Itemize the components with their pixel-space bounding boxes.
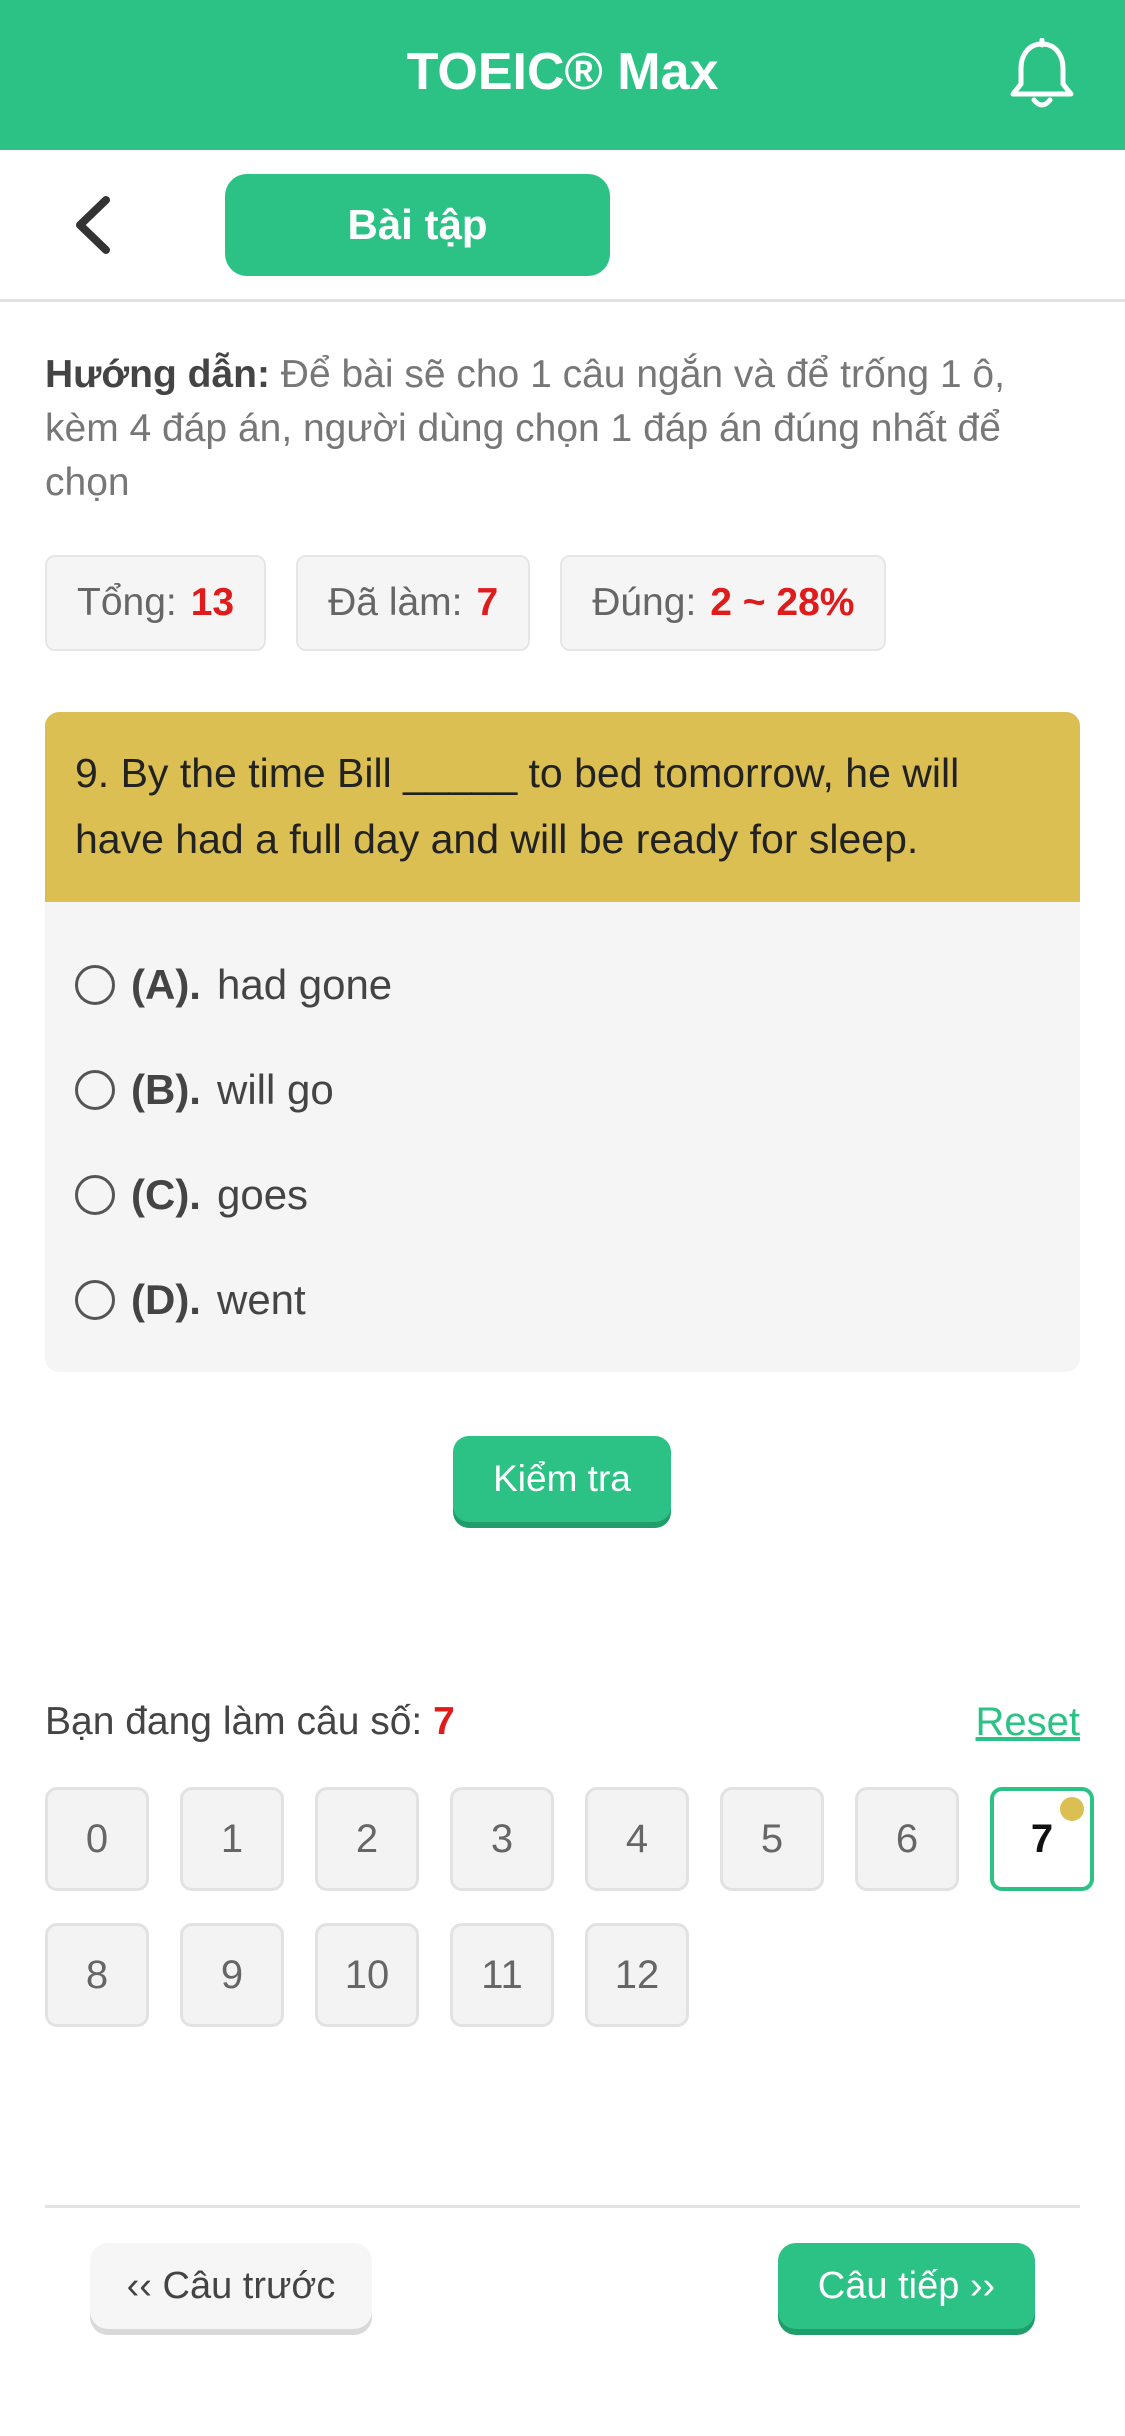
current-question-number: 7 (433, 1700, 455, 1743)
option-b[interactable]: (B). will go (75, 1037, 1050, 1142)
bell-icon[interactable] (1007, 38, 1077, 112)
check-button[interactable]: Kiểm tra (453, 1436, 671, 1522)
stats-row: Tổng: 13 Đã làm: 7 Đúng: 2 ~ 28% (45, 555, 887, 651)
question-text: 9. By the time Bill _____ to bed tomorro… (45, 712, 1080, 902)
question-cell-current[interactable]: 7 (990, 1787, 1094, 1891)
progress-row: Bạn đang làm câu số: 7 Reset (45, 1700, 1080, 1744)
stat-correct: Đúng: 2 ~ 28% (560, 555, 887, 651)
stat-correct-label: Đúng: (592, 581, 697, 624)
question-cell[interactable]: 10 (315, 1923, 419, 2027)
question-cell[interactable]: 1 (180, 1787, 284, 1891)
stat-done: Đã làm: 7 (296, 555, 531, 651)
question-cell[interactable]: 12 (585, 1923, 689, 2027)
answer-options: (A). had gone (B). will go (C). goes (D)… (45, 902, 1080, 1352)
question-cell[interactable]: 9 (180, 1923, 284, 2027)
option-text: went (216, 1275, 306, 1323)
stat-correct-value: 2 ~ 28% (710, 581, 855, 624)
stat-total: Tổng: 13 (45, 555, 267, 651)
option-c[interactable]: (C). goes (75, 1142, 1050, 1247)
option-d[interactable]: (D). went (75, 1247, 1050, 1352)
option-a[interactable]: (A). had gone (75, 932, 1050, 1037)
tab-exercises[interactable]: Bài tập (225, 174, 610, 276)
question-cell[interactable]: 5 (720, 1787, 824, 1891)
footer-divider (45, 2205, 1080, 2208)
option-letter: (D). (131, 1275, 201, 1323)
question-grid: 0 1 2 3 4 5 6 7 8 9 10 11 12 (45, 1787, 1105, 2027)
current-marker-dot (1060, 1797, 1084, 1821)
sub-header: Bài tập (0, 150, 1125, 302)
top-app-bar: TOEIC® Max (0, 0, 1125, 150)
radio-icon[interactable] (75, 1279, 115, 1320)
question-cell[interactable]: 4 (585, 1787, 689, 1891)
instructions: Hướng dẫn: Để bài sẽ cho 1 câu ngắn và đ… (45, 348, 1080, 510)
question-cell[interactable]: 0 (45, 1787, 149, 1891)
question-cell[interactable]: 2 (315, 1787, 419, 1891)
chevron-left-icon[interactable] (62, 190, 122, 260)
option-letter: (C). (131, 1170, 201, 1218)
stat-done-label: Đã làm: (328, 581, 463, 624)
question-cell[interactable]: 8 (45, 1923, 149, 2027)
progress-label: Bạn đang làm câu số: (45, 1700, 434, 1743)
question-cell[interactable]: 11 (450, 1923, 554, 2027)
radio-icon[interactable] (75, 1174, 115, 1215)
question-cell[interactable]: 3 (450, 1787, 554, 1891)
option-letter: (B). (131, 1065, 201, 1113)
app-title: TOEIC® Max (406, 43, 719, 101)
reset-link[interactable]: Reset (976, 1700, 1081, 1745)
previous-question-button[interactable]: ‹‹ Câu trước (90, 2243, 372, 2329)
option-text: will go (216, 1065, 334, 1113)
option-text: goes (216, 1170, 309, 1218)
stat-done-value: 7 (476, 581, 499, 624)
question-cell-number: 7 (1030, 1816, 1054, 1861)
radio-icon[interactable] (75, 1069, 115, 1110)
option-letter: (A). (131, 960, 201, 1008)
radio-icon[interactable] (75, 964, 115, 1005)
question-card: 9. By the time Bill _____ to bed tomorro… (45, 712, 1080, 1372)
stat-total-label: Tổng: (77, 581, 177, 624)
next-question-button[interactable]: Câu tiếp ›› (778, 2243, 1035, 2329)
stat-total-value: 13 (190, 581, 235, 624)
instructions-label: Hướng dẫn: (45, 353, 270, 396)
option-text: had gone (216, 960, 393, 1008)
question-cell[interactable]: 6 (855, 1787, 959, 1891)
